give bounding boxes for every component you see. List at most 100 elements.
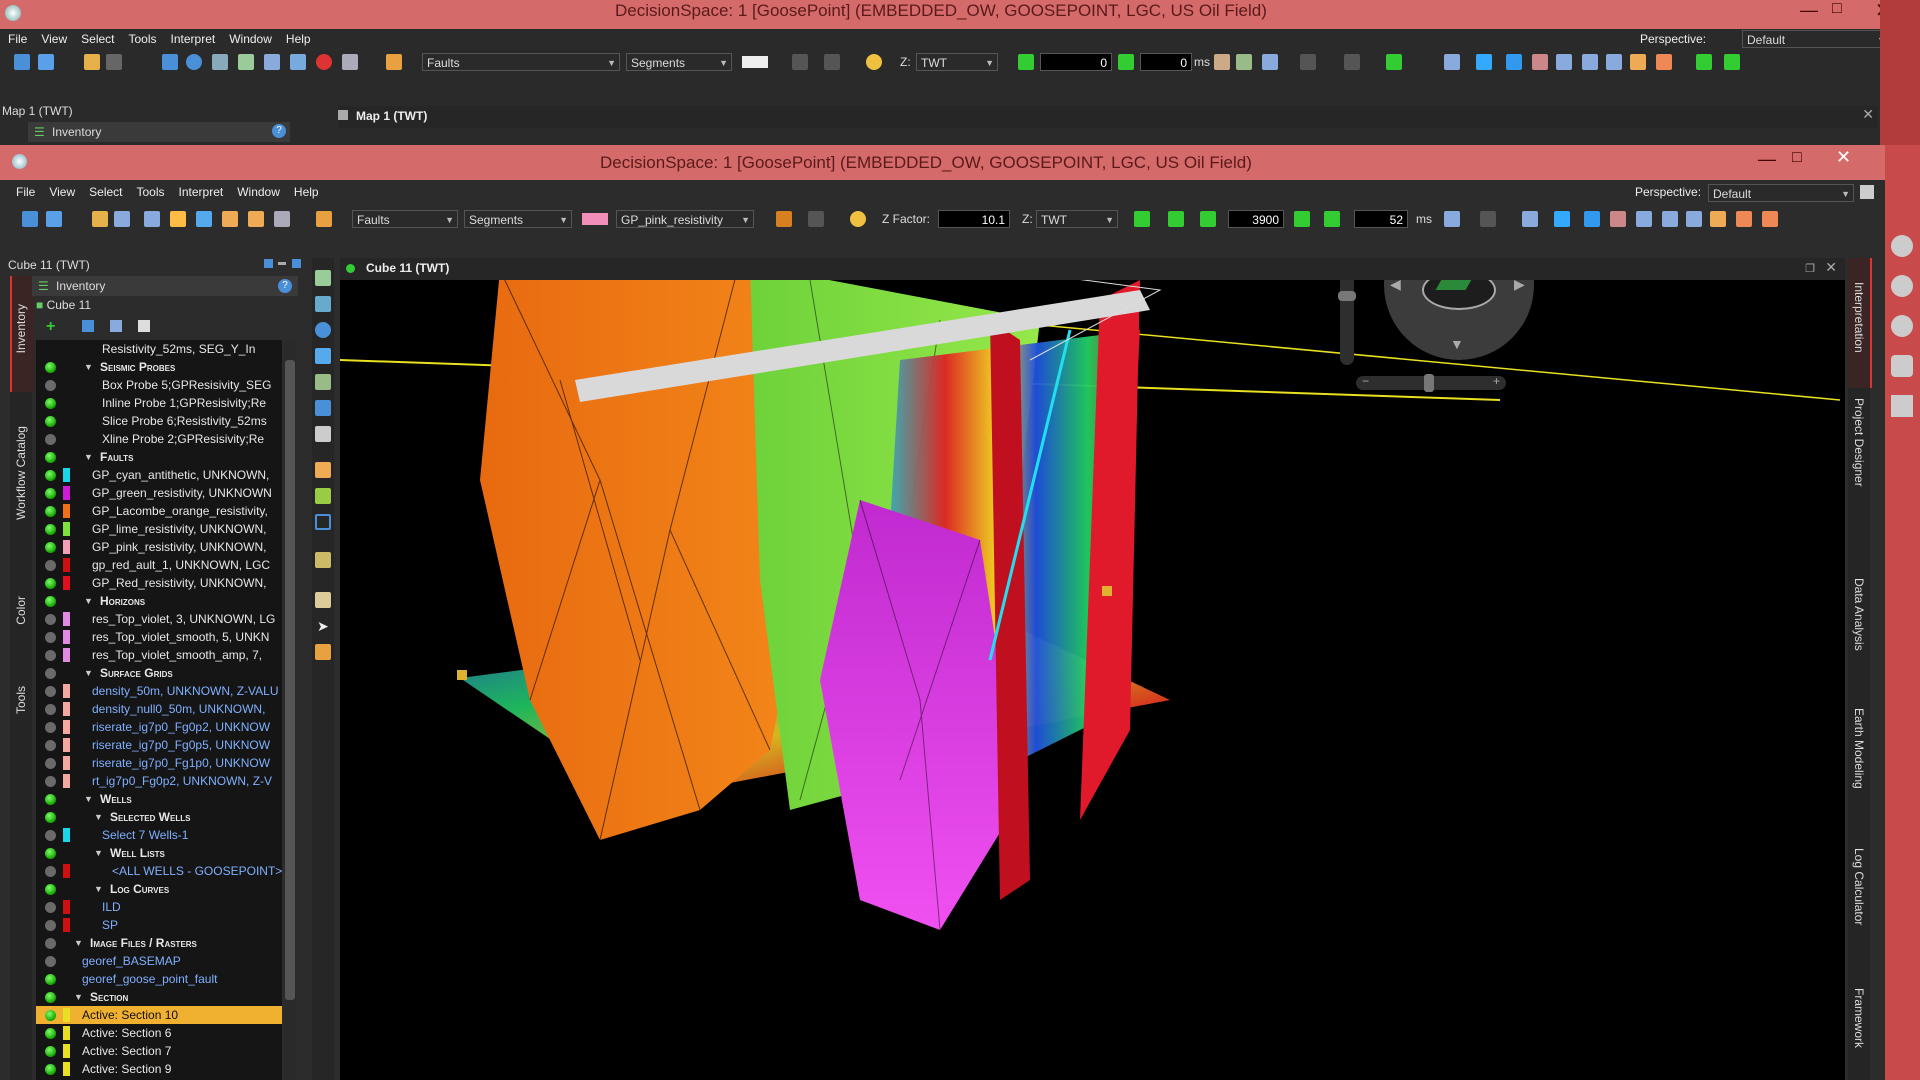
first-frame-icon[interactable] [1134, 211, 1150, 227]
tree-item[interactable]: riserate_ig7p0_Fg0p5, UNKNOW [36, 736, 282, 754]
inner-mode-select[interactable]: Segments ▼ [464, 210, 572, 228]
tree-item[interactable]: Active: Section 7 [36, 1042, 282, 1060]
columns-icon[interactable] [1480, 211, 1496, 227]
target-icon[interactable] [315, 488, 331, 504]
view-top-icon[interactable] [315, 400, 331, 416]
expand-arrow-icon[interactable]: ▼ [84, 664, 93, 682]
visibility-toggle-icon[interactable] [45, 866, 56, 877]
palette-icon[interactable] [1630, 54, 1646, 70]
tile-icon[interactable] [1662, 211, 1678, 227]
visibility-toggle-icon[interactable] [45, 1064, 56, 1075]
step-forward-icon[interactable] [1294, 211, 1310, 227]
tile-icon[interactable] [1582, 54, 1598, 70]
outer-z-select[interactable]: TWT ▼ [916, 53, 998, 71]
visibility-toggle-icon[interactable] [45, 596, 56, 607]
inner-menu-interpret[interactable]: Interpret [179, 185, 224, 199]
visibility-toggle-icon[interactable] [45, 578, 56, 589]
bulb-icon[interactable] [170, 211, 186, 227]
list-icon[interactable] [1636, 211, 1652, 227]
expand-arrow-icon[interactable]: ▼ [74, 934, 83, 952]
visibility-toggle-icon[interactable] [45, 416, 56, 427]
inner-perspective-select[interactable]: Default ▼ [1708, 184, 1854, 202]
print-icon[interactable] [144, 211, 160, 227]
color-swatch[interactable] [63, 468, 70, 482]
undo-icon[interactable] [776, 211, 792, 227]
visibility-toggle-icon[interactable] [45, 740, 56, 751]
expand-arrow-icon[interactable]: ▼ [74, 988, 83, 1006]
color-swatch[interactable] [63, 522, 70, 536]
color-swatch[interactable] [63, 1062, 70, 1076]
tree-item[interactable]: rt_ig7p0_Fg0p2, UNKNOWN, Z-V [36, 772, 282, 790]
triangle-icon[interactable] [1554, 211, 1570, 227]
tree-item[interactable]: Active: Section 6 [36, 1024, 282, 1042]
outer-time-input-1[interactable]: 0 [1040, 53, 1112, 71]
visibility-toggle-icon[interactable] [45, 776, 56, 787]
palette2-icon[interactable] [1656, 54, 1672, 70]
pencil-icon[interactable] [316, 211, 332, 227]
tree-item[interactable]: GP_green_resistivity, UNKNOWN [36, 484, 282, 502]
tree-item[interactable]: GP_Red_resistivity, UNKNOWN, [36, 574, 282, 592]
inner-perspective-icon[interactable] [1860, 185, 1874, 199]
color-swatch[interactable] [63, 1008, 70, 1022]
color-swatch[interactable] [63, 612, 70, 626]
color-swatch[interactable] [63, 774, 70, 788]
outer-menu-interpret[interactable]: Interpret [171, 32, 216, 46]
camera-icon[interactable] [1214, 54, 1230, 70]
play-icon[interactable] [1324, 211, 1340, 227]
tree-item[interactable]: Xline Probe 2;GPResisivity;Re [36, 430, 282, 448]
visibility-toggle-icon[interactable] [45, 686, 56, 697]
bars-icon[interactable] [1532, 54, 1548, 70]
tree-item[interactable]: Active: Section 10 [36, 1006, 282, 1024]
tree-item[interactable]: density_50m, UNKNOWN, Z-VALU [36, 682, 282, 700]
color-swatch[interactable] [63, 702, 70, 716]
nav-down-arrow[interactable]: ▼ [1450, 336, 1464, 352]
sun-icon[interactable] [850, 211, 866, 227]
home-icon[interactable] [315, 374, 331, 390]
box-icon[interactable] [248, 211, 264, 227]
grid-view-icon[interactable] [315, 270, 331, 286]
visibility-toggle-icon[interactable] [45, 956, 56, 967]
inner-menu-help[interactable]: Help [294, 185, 319, 199]
tree-group-header[interactable]: ▼ Log Curves [36, 880, 282, 898]
inner-object-select[interactable]: Faults ▼ [352, 210, 458, 228]
camera-icon[interactable] [315, 426, 331, 442]
tree-item[interactable]: riserate_ig7p0_Fg1p0, UNKNOW [36, 754, 282, 772]
outer-menu-select[interactable]: Select [81, 32, 114, 46]
tree-item[interactable]: Slice Probe 6;Resistivity_52ms [36, 412, 282, 430]
tab-color[interactable]: Color [14, 596, 28, 625]
visibility-toggle-icon[interactable] [45, 704, 56, 715]
restore-icon[interactable]: ❐ [1805, 262, 1815, 275]
help-icon[interactable]: ? [272, 124, 286, 138]
inner-menu-tools[interactable]: Tools [137, 185, 165, 199]
tree-item[interactable]: Select 7 Wells-1 [36, 826, 282, 844]
tree-item[interactable]: Box Probe 5;GPResisivity_SEG [36, 376, 282, 394]
back-icon[interactable] [1891, 235, 1913, 257]
grid-icon[interactable] [1891, 395, 1913, 417]
inventory-scrollbar[interactable] [284, 340, 296, 1080]
tab-inventory[interactable]: Inventory [14, 304, 28, 353]
redo-icon[interactable] [808, 211, 824, 227]
outer-color-swatch[interactable] [742, 56, 768, 68]
new-icon[interactable] [22, 211, 38, 227]
new-icon[interactable] [14, 54, 30, 70]
color-swatch[interactable] [63, 1044, 70, 1058]
tree-group-header[interactable]: ▼ Image Files / Rasters [36, 934, 282, 952]
pan-icon[interactable] [315, 348, 331, 364]
grid-icon[interactable] [238, 54, 254, 70]
tree-item[interactable]: GP_Lacombe_orange_resistivity, [36, 502, 282, 520]
undo-icon[interactable] [792, 54, 808, 70]
ruler-icon[interactable] [162, 54, 178, 70]
expand-icon[interactable] [110, 320, 122, 332]
visibility-toggle-icon[interactable] [45, 974, 56, 985]
open-icon[interactable] [46, 211, 62, 227]
color-swatch[interactable] [63, 630, 70, 644]
minimize-icon[interactable] [278, 262, 286, 265]
color-swatch[interactable] [63, 558, 70, 572]
outer-menu-help[interactable]: Help [286, 32, 311, 46]
palette3-icon[interactable] [1762, 211, 1778, 227]
expand-arrow-icon[interactable]: ▼ [94, 808, 103, 826]
tree-group-header[interactable]: ▼ Horizons [36, 592, 282, 610]
document-icon[interactable] [315, 592, 331, 608]
color-swatch[interactable] [63, 900, 70, 914]
graph-icon[interactable] [1506, 54, 1522, 70]
